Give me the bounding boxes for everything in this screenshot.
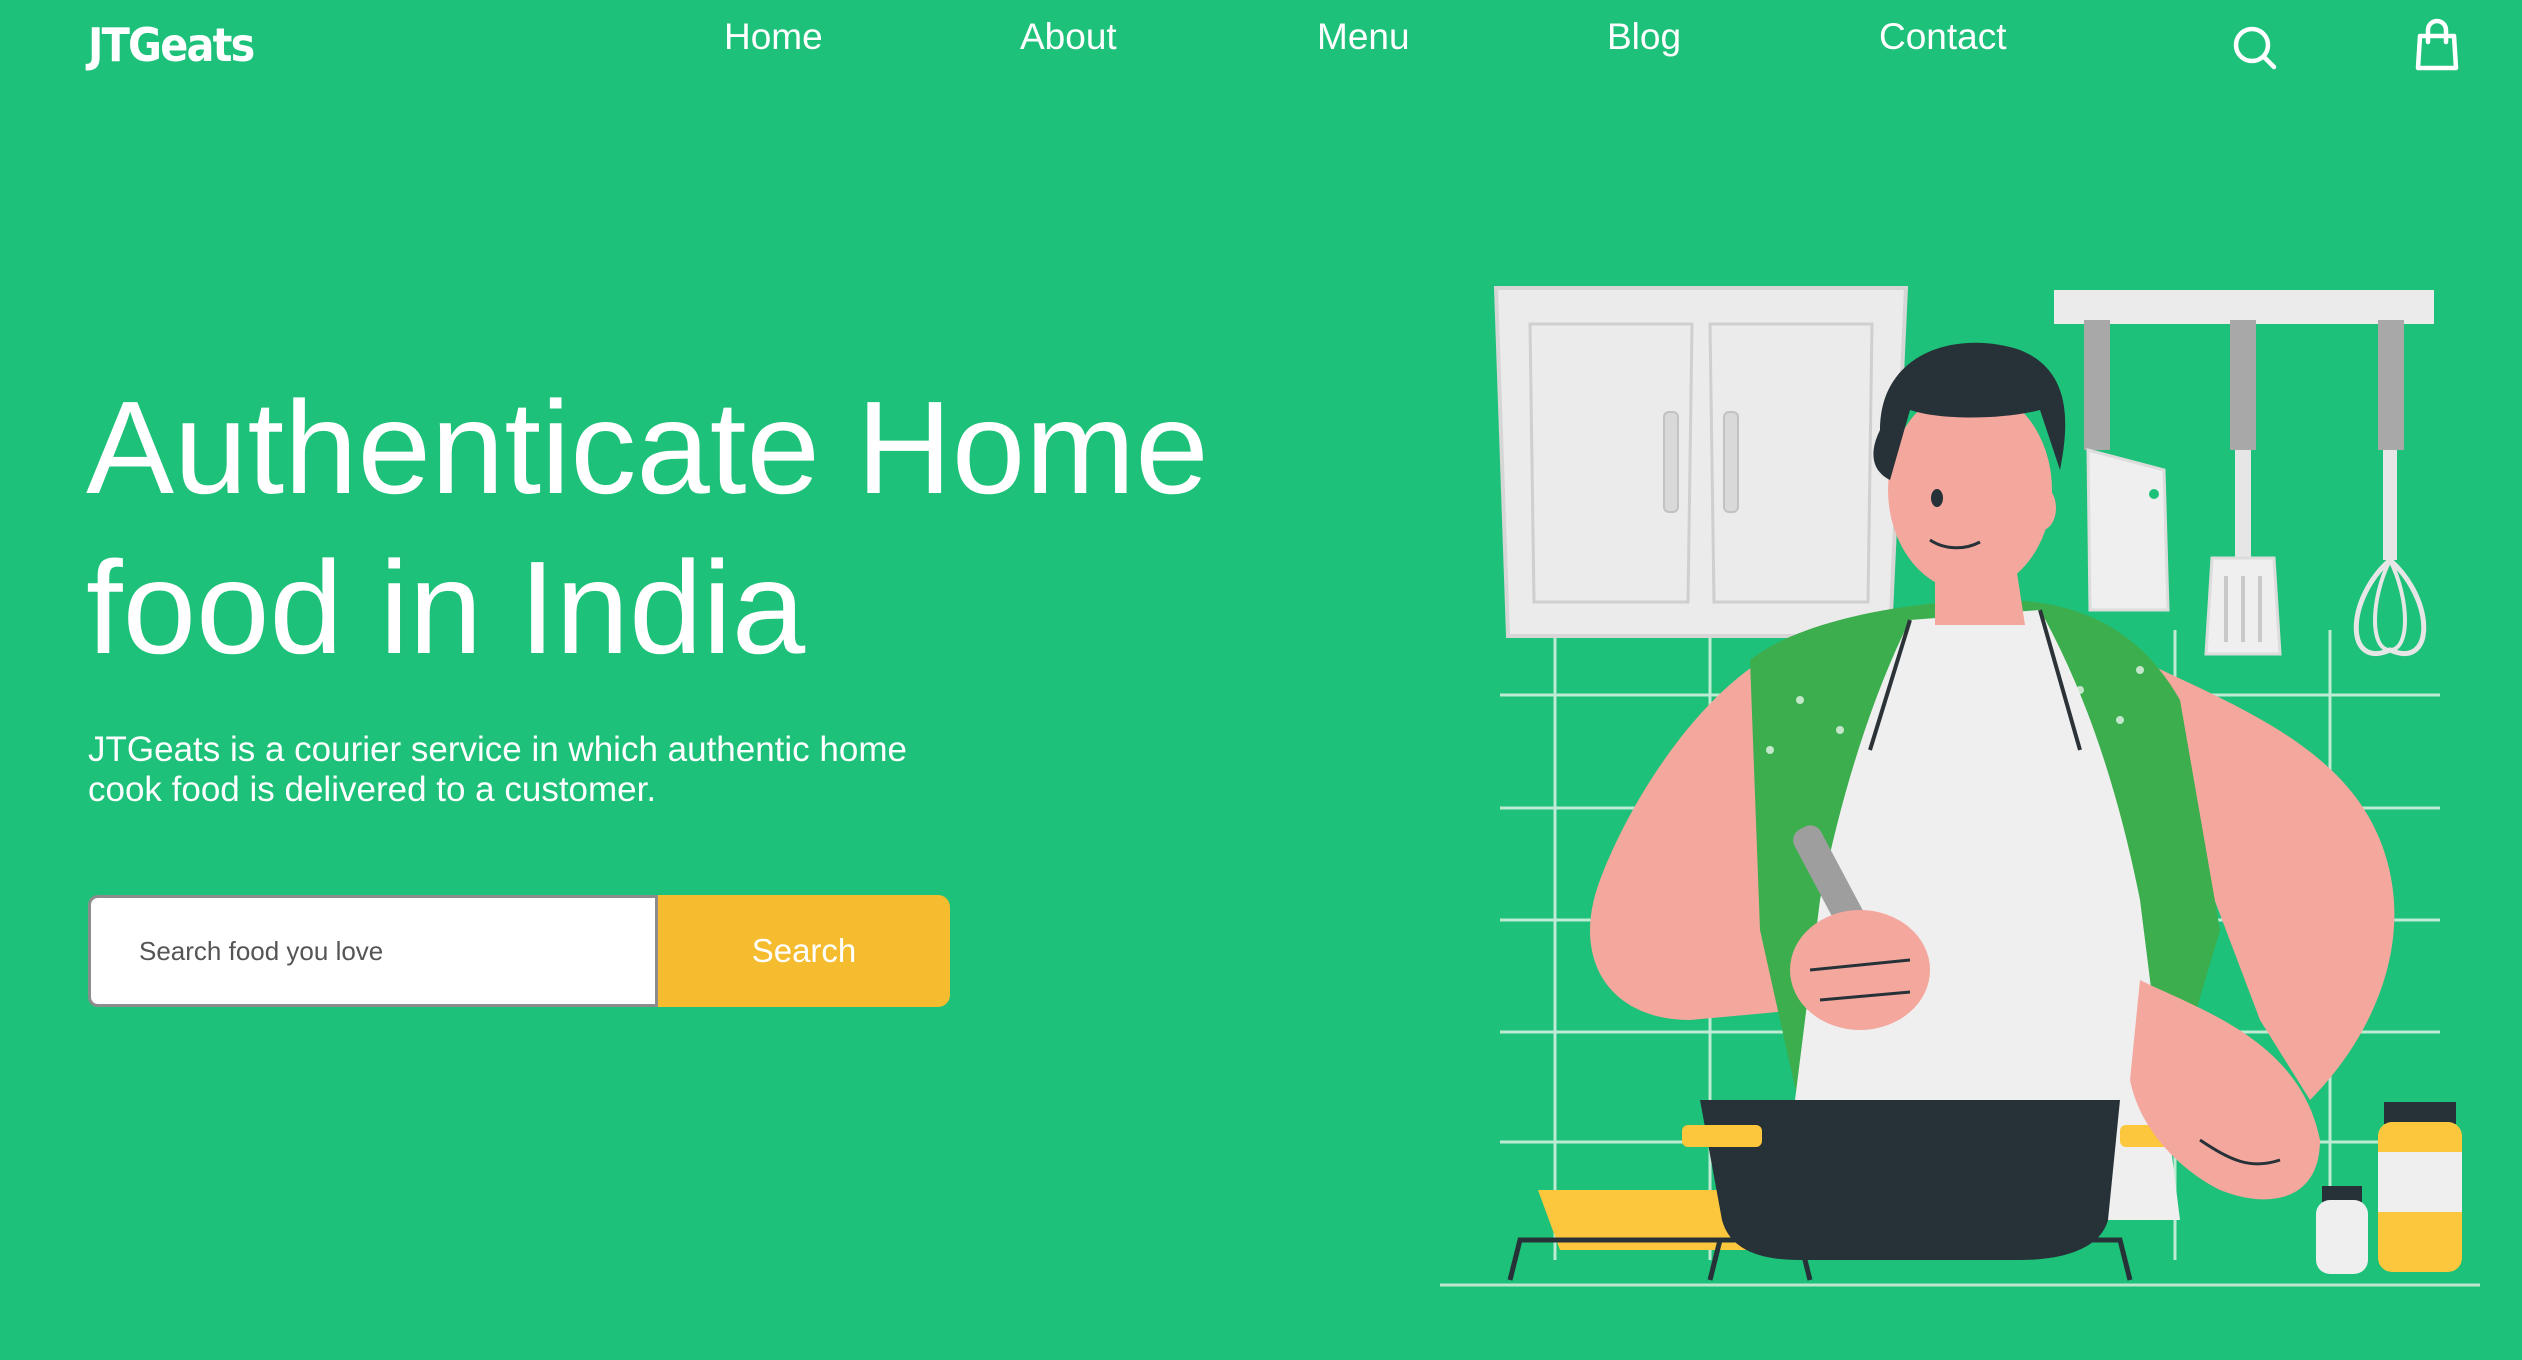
nav-link-about[interactable]: About xyxy=(1020,16,1117,58)
hero-description: JTGeats is a courier service in which au… xyxy=(88,730,907,809)
nav-link-contact[interactable]: Contact xyxy=(1879,16,2007,58)
search-icon[interactable] xyxy=(2230,18,2280,72)
hero-title: Authenticate Home food in India xyxy=(86,374,1209,681)
search-input[interactable] xyxy=(88,895,658,1007)
search-button[interactable]: Search xyxy=(658,895,950,1007)
chef-cooking-illustration xyxy=(1440,280,2480,1300)
nav-link-blog[interactable]: Blog xyxy=(1607,16,1681,58)
nav-link-menu[interactable]: Menu xyxy=(1317,16,1410,58)
nav-link-home[interactable]: Home xyxy=(724,16,823,58)
food-search-form: Search xyxy=(88,895,950,1007)
logo[interactable]: JTGeats xyxy=(88,18,255,72)
shopping-bag-icon[interactable] xyxy=(2412,18,2462,72)
